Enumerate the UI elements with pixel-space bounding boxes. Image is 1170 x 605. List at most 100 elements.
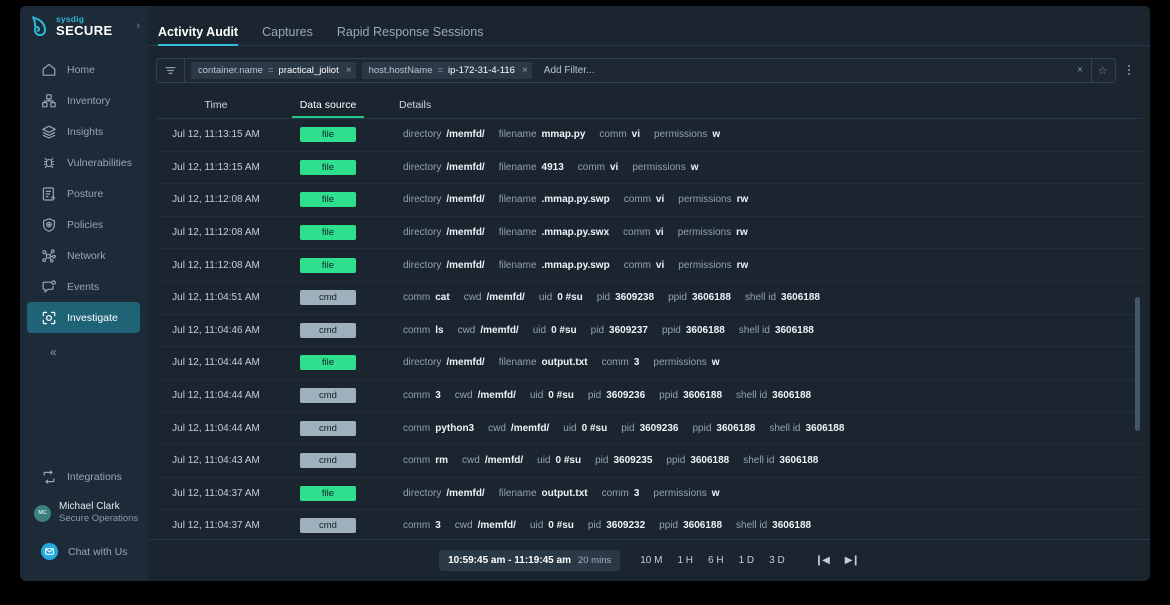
sidebar-item-insights[interactable]: Insights <box>27 116 140 147</box>
sidebar-item-network[interactable]: Network <box>27 240 140 271</box>
sidebar-item-policies[interactable]: Policies <box>27 209 140 240</box>
table-row[interactable]: Jul 12, 11:04:37 AM cmd comm 3 cwd/memfd/uid… <box>156 510 1142 539</box>
table-header: Time Data source Details <box>156 92 1142 119</box>
brand-logo-area[interactable]: sysdig SECURE › <box>20 6 148 46</box>
sidebar-nav: Home Inventory Insights Vulnerabilities … <box>20 54 148 365</box>
time-preset-3d[interactable]: 3 D <box>769 555 785 566</box>
remove-filter-icon[interactable]: × <box>344 65 352 76</box>
table-row[interactable]: Jul 12, 11:04:44 AM file directory/memfd/f… <box>156 347 1142 380</box>
detail-value: 0 #su <box>548 390 574 402</box>
detail-value: 0 #su <box>581 422 608 434</box>
filter-icon[interactable] <box>157 58 185 82</box>
detail-key: pid <box>596 292 611 304</box>
detail-key: filename <box>498 259 537 271</box>
data-source-badge: file <box>300 485 356 501</box>
table-row[interactable]: Jul 12, 11:04:46 AM cmd comm ls cwd/memfd/ui… <box>156 315 1142 348</box>
sidebar-item-events[interactable]: Events <box>27 271 140 302</box>
detail-key: ppid <box>692 422 712 434</box>
cell-details: comm cat cwd/memfd/uid 0 #su pid 3609238 ppid 3… <box>403 292 820 303</box>
table-row[interactable]: Jul 12, 11:13:15 AM file directory/memfd/f… <box>156 152 1142 185</box>
sidebar-item-inventory[interactable]: Inventory <box>27 85 140 116</box>
table-row[interactable]: Jul 12, 11:04:44 AM cmd comm 3 cwd/memfd/uid… <box>156 380 1142 413</box>
more-options-icon[interactable] <box>1116 58 1142 83</box>
insights-icon <box>41 124 57 140</box>
detail-key: filename <box>498 129 537 141</box>
table-row[interactable]: Jul 12, 11:12:08 AM file directory/memfd/f… <box>156 217 1142 250</box>
table-row[interactable]: Jul 12, 11:12:08 AM file directory/memfd/f… <box>156 184 1142 217</box>
detail-key: shell id <box>736 390 768 402</box>
tab-rapid-response-sessions[interactable]: Rapid Response Sessions <box>337 25 484 45</box>
table-row[interactable]: Jul 12, 11:13:15 AM file directory/memfd/f… <box>156 119 1142 152</box>
sidebar-item-posture[interactable]: Posture <box>27 178 140 209</box>
cell-details: directory/memfd/filename .mmap.py.swp comm… <box>403 260 748 271</box>
detail-key: ppid <box>668 292 687 304</box>
remove-filter-icon[interactable]: × <box>520 65 528 76</box>
sidebar-item-home[interactable]: Home <box>27 54 140 85</box>
cell-details: comm 3 cwd/memfd/uid 0 #su pid 3609232 ppid 360… <box>403 520 811 531</box>
sidebar-item-label: Investigate <box>67 311 118 324</box>
detail-value: 3606188 <box>691 292 731 304</box>
sidebar-item-vulnerabilities[interactable]: Vulnerabilities <box>27 147 140 178</box>
detail-value: 3606188 <box>781 292 820 304</box>
detail-key: shell id <box>743 455 775 467</box>
detail-key: comm <box>403 455 431 467</box>
filter-chip[interactable]: host.hostName = ip-172-31-4-116 × <box>361 61 532 79</box>
time-range-selector[interactable]: 10:59:45 am - 11:19:45 am 20 mins <box>439 550 621 571</box>
detail-value: 3609235 <box>613 455 653 467</box>
time-preset-1d[interactable]: 1 D <box>739 555 755 566</box>
sidebar-item-integrations[interactable]: Integrations <box>27 461 140 492</box>
sidebar-item-label: Policies <box>67 218 104 231</box>
data-source-badge: cmd <box>300 290 356 306</box>
time-step-group: ❙◀ ▶❙ <box>815 555 860 566</box>
detail-key: ppid <box>666 455 686 467</box>
column-header-data-source[interactable]: Data source <box>292 99 364 118</box>
table-row[interactable]: Jul 12, 11:04:44 AM cmd comm python3 cwd/mem… <box>156 412 1142 445</box>
filter-chip[interactable]: container.name = practical_joliot × <box>191 61 356 79</box>
filter-input-box[interactable]: container.name = practical_joliot × host… <box>156 57 1116 83</box>
sysdig-logo-icon <box>30 15 49 37</box>
table-row[interactable]: Jul 12, 11:04:43 AM cmd comm rm cwd/memfd/ui… <box>156 445 1142 478</box>
tab-captures[interactable]: Captures <box>262 25 313 45</box>
posture-icon <box>41 186 57 202</box>
tab-activity-audit[interactable]: Activity Audit <box>158 25 239 46</box>
table-row[interactable]: Jul 12, 11:04:51 AM cmd comm cat cwd/memfd/u… <box>156 282 1142 315</box>
detail-key: permissions <box>653 487 707 499</box>
user-profile[interactable]: MC Michael Clark Secure Operations <box>20 496 148 530</box>
detail-value: /memfd/ <box>510 422 550 434</box>
cell-details: directory/memfd/filename output.txt comm 3 p… <box>403 357 720 368</box>
brand-name-bottom: SECURE <box>56 23 113 39</box>
time-preset-1h[interactable]: 1 H <box>677 555 693 566</box>
table-row[interactable]: Jul 12, 11:04:37 AM file directory/memfd/f… <box>156 478 1142 511</box>
sidebar-item-chat[interactable]: Chat with Us <box>27 536 140 567</box>
cell-time: Jul 12, 11:04:37 AM <box>172 520 260 532</box>
sidebar-item-investigate[interactable]: Investigate <box>27 302 140 333</box>
time-preset-6h[interactable]: 6 H <box>708 555 724 566</box>
vertical-scrollbar[interactable] <box>1135 297 1140 431</box>
favorite-star-icon[interactable]: ☆ <box>1091 58 1113 82</box>
detail-value: /memfd/ <box>446 357 485 369</box>
detail-key: comm <box>403 324 431 336</box>
detail-key: cwd <box>462 455 480 467</box>
filter-chip-operator: = <box>437 64 444 76</box>
detail-key: filename <box>498 487 537 499</box>
detail-key: comm <box>601 487 629 499</box>
sidebar-collapse-button[interactable]: « <box>20 339 148 365</box>
clear-filters-icon[interactable]: × <box>1069 59 1091 82</box>
add-filter-input[interactable]: Add Filter... <box>544 65 1069 76</box>
step-forward-icon[interactable]: ▶❙ <box>845 555 860 566</box>
data-source-badge: file <box>300 192 356 208</box>
detail-value: 3606188 <box>779 455 819 467</box>
time-preset-10m[interactable]: 10 M <box>640 555 662 566</box>
main-content: Activity Audit Captures Rapid Response S… <box>148 6 1150 581</box>
detail-key: pid <box>621 422 635 434</box>
column-header-details[interactable]: Details <box>399 99 431 111</box>
step-backward-icon[interactable]: ❙◀ <box>815 555 830 566</box>
column-header-time[interactable]: Time <box>156 99 276 111</box>
sidebar-footer: Integrations MC Michael Clark Secure Ope… <box>20 461 148 581</box>
cell-time: Jul 12, 11:12:08 AM <box>172 259 260 271</box>
sidebar-item-label: Inventory <box>67 94 111 107</box>
chevron-right-icon[interactable]: › <box>136 20 140 32</box>
detail-key: ppid <box>659 390 679 402</box>
table-row[interactable]: Jul 12, 11:12:08 AM file directory/memfd/f… <box>156 249 1142 282</box>
sidebar-item-label: Insights <box>67 125 104 138</box>
